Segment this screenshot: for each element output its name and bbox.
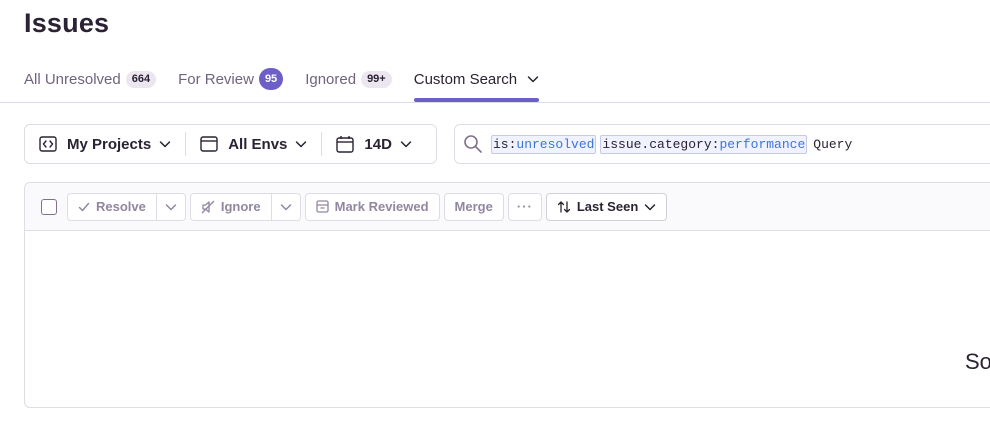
search-token[interactable]: issue.category:performance <box>600 134 808 154</box>
ignore-label: Ignore <box>220 199 261 214</box>
empty-state-message: So <box>965 349 990 374</box>
issue-list-panel: Resolve Ignore Mark Reviewed Merge ··· L… <box>24 182 990 408</box>
date-filter[interactable]: 14D <box>322 125 426 163</box>
chevron-down-icon <box>280 203 291 210</box>
tab-for-review[interactable]: For Review 95 <box>178 64 284 94</box>
tab-ignored[interactable]: Ignored 99+ <box>305 64 392 94</box>
window-icon <box>200 136 218 152</box>
select-all-checkbox[interactable] <box>41 198 57 215</box>
search-query-text: Query <box>813 136 853 152</box>
count-badge: 95 <box>258 68 284 90</box>
page-title: Issues <box>24 8 110 38</box>
chevron-down-icon <box>645 203 656 210</box>
resolve-options-button[interactable] <box>156 192 186 221</box>
mark-reviewed-label: Mark Reviewed <box>334 199 429 214</box>
check-icon <box>78 202 90 211</box>
tab-label: All Unresolved <box>24 70 121 88</box>
calendar-icon <box>336 136 355 153</box>
tab-all-unresolved[interactable]: All Unresolved 664 <box>24 64 157 94</box>
issue-tabs: All Unresolved 664 For Review 95 Ignored… <box>24 64 561 103</box>
count-badge: 99+ <box>361 70 392 88</box>
sort-icon <box>557 200 570 213</box>
count-badge: 664 <box>125 70 157 88</box>
token-key: is: <box>493 136 517 152</box>
inbox-icon <box>315 200 329 213</box>
resolve-group: Resolve <box>67 192 186 221</box>
project-filter-label: My Projects <box>67 135 152 153</box>
tab-custom-search[interactable]: Custom Search <box>413 64 540 102</box>
sort-label: Last Seen <box>576 199 639 214</box>
more-actions-button[interactable]: ··· <box>507 192 542 221</box>
ignore-group: Ignore <box>189 192 301 221</box>
token-value: performance <box>719 136 806 152</box>
token-key: issue.category: <box>602 136 720 152</box>
chevron-down-icon <box>159 141 171 148</box>
chevron-down-icon <box>296 141 307 148</box>
token-value: unresolved <box>516 136 595 152</box>
ignore-button[interactable]: Ignore <box>189 192 272 221</box>
environment-filter-label: All Envs <box>228 135 288 153</box>
tab-label: Custom Search <box>413 70 518 88</box>
search-input[interactable]: is:unresolved issue.category:performance… <box>454 124 990 164</box>
tab-label: Ignored <box>305 70 357 88</box>
merge-button[interactable]: Merge <box>443 192 504 221</box>
tabs-divider <box>0 102 990 103</box>
project-filter[interactable]: My Projects <box>25 125 185 163</box>
project-icon <box>39 136 57 152</box>
search-icon <box>464 135 482 153</box>
tab-label: For Review <box>178 70 254 88</box>
mark-reviewed-button[interactable]: Mark Reviewed <box>304 192 440 221</box>
chevron-down-icon <box>400 141 412 148</box>
resolve-label: Resolve <box>96 199 146 214</box>
issue-actions-bar: Resolve Ignore Mark Reviewed Merge ··· L… <box>25 183 990 231</box>
chevron-down-icon <box>165 203 177 210</box>
mute-icon <box>201 200 215 213</box>
page-filter-bar: My Projects All Envs 14D <box>24 124 437 164</box>
date-filter-label: 14D <box>364 135 392 153</box>
environment-filter[interactable]: All Envs <box>186 125 321 163</box>
search-token[interactable]: is:unresolved <box>491 134 597 154</box>
ellipsis-icon: ··· <box>516 199 533 214</box>
sort-button[interactable]: Last Seen <box>545 192 668 221</box>
resolve-button[interactable]: Resolve <box>67 192 157 221</box>
ignore-options-button[interactable] <box>271 192 301 221</box>
chevron-down-icon <box>527 76 539 83</box>
merge-label: Merge <box>454 199 493 214</box>
